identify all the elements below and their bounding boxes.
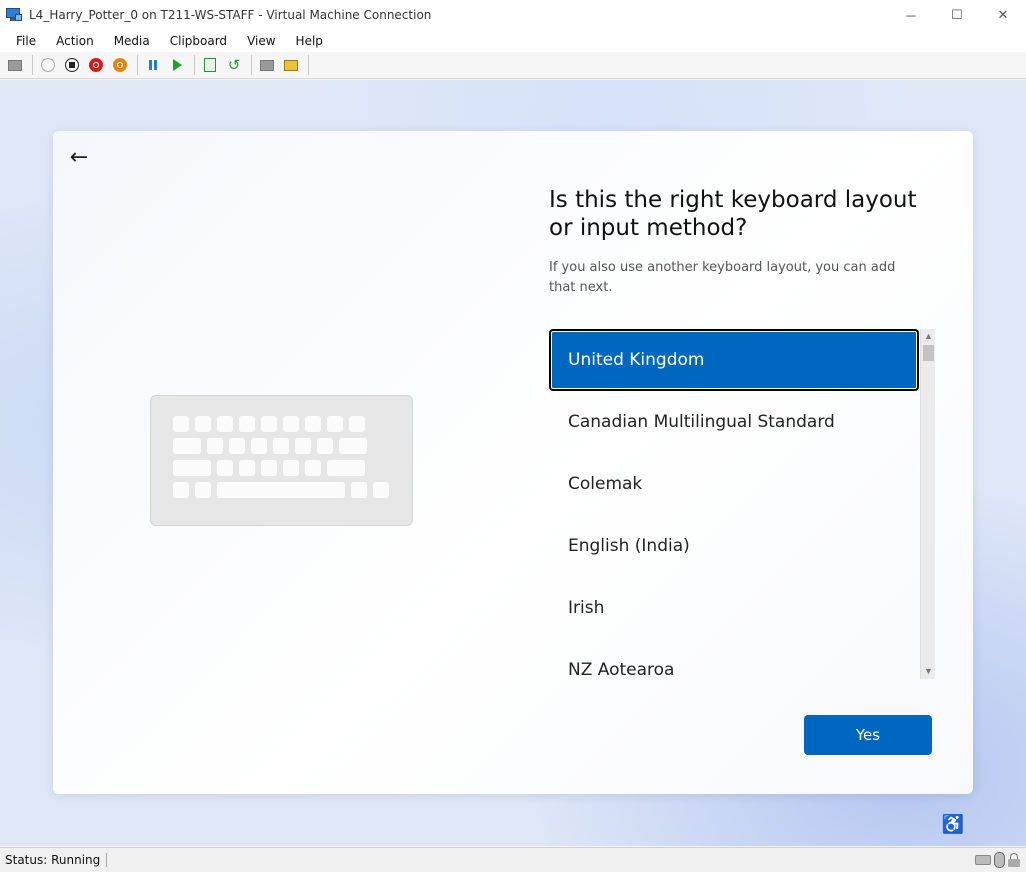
share-icon[interactable] [280, 54, 302, 76]
scroll-thumb[interactable] [923, 345, 934, 361]
resume-icon[interactable] [166, 54, 188, 76]
checkpoint-icon[interactable] [199, 54, 221, 76]
layout-option-canadian-multilingual[interactable]: Canadian Multilingual Standard [549, 391, 919, 453]
layout-option-irish[interactable]: Irish [549, 577, 919, 639]
layout-option-nz-aotearoa[interactable]: NZ Aotearoa [549, 639, 919, 681]
pause-icon[interactable] [142, 54, 164, 76]
yes-button[interactable]: Yes [804, 715, 932, 755]
title-bar: L4_Harry_Potter_0 on T211-WS-STAFF - Vir… [0, 0, 1026, 30]
toolbar-separator [308, 55, 309, 75]
list-scrollbar[interactable]: ▲ ▼ [920, 329, 935, 679]
layout-option-english-india[interactable]: English (India) [549, 515, 919, 577]
vm-screen: ← Is this the right keyboard layout or i… [0, 80, 1026, 846]
menu-action[interactable]: Action [46, 30, 104, 52]
scroll-up-icon[interactable]: ▲ [921, 329, 935, 343]
shutdown-icon[interactable] [85, 54, 107, 76]
keyboard-icon [975, 855, 991, 865]
enhanced-session-icon[interactable] [256, 54, 278, 76]
toolbar-separator [251, 55, 252, 75]
close-button[interactable]: ✕ [980, 0, 1026, 30]
vm-connection-icon [6, 7, 22, 23]
ctrl-alt-del-icon[interactable] [4, 54, 26, 76]
start-icon[interactable] [37, 54, 59, 76]
menu-bar: File Action Media Clipboard View Help [0, 30, 1026, 52]
status-bar: Status: Running [0, 847, 1026, 872]
window-title: L4_Harry_Potter_0 on T211-WS-STAFF - Vir… [29, 8, 432, 22]
layout-option-united-kingdom[interactable]: United Kingdom [549, 329, 919, 391]
accessibility-icon[interactable]: ♿ [940, 812, 966, 836]
maximize-button[interactable]: ☐ [934, 0, 980, 30]
scroll-down-icon[interactable]: ▼ [921, 664, 935, 678]
menu-media[interactable]: Media [104, 30, 160, 52]
page-subtitle: If you also use another keyboard layout,… [549, 260, 896, 295]
minimize-button[interactable]: ─ [888, 0, 934, 30]
keyboard-layout-list[interactable]: United Kingdom Canadian Multilingual Sta… [549, 328, 935, 681]
menu-help[interactable]: Help [286, 30, 333, 52]
window-controls: ─ ☐ ✕ [888, 0, 1026, 30]
toolbar-separator [32, 55, 33, 75]
lock-icon [1008, 853, 1020, 867]
setup-card: ← Is this the right keyboard layout or i… [53, 131, 973, 794]
layout-option-colemak[interactable]: Colemak [549, 453, 919, 515]
back-arrow-icon[interactable]: ← [65, 143, 93, 171]
mouse-icon [994, 852, 1005, 868]
menu-clipboard[interactable]: Clipboard [160, 30, 237, 52]
save-state-icon[interactable] [109, 54, 131, 76]
toolbar-separator [137, 55, 138, 75]
turn-off-icon[interactable] [61, 54, 83, 76]
menu-view[interactable]: View [237, 30, 285, 52]
status-text: Status: Running [0, 853, 108, 867]
toolbar-separator [194, 55, 195, 75]
revert-icon[interactable]: ↺ [223, 54, 245, 76]
keyboard-illustration [150, 395, 413, 526]
status-icons [975, 852, 1020, 868]
menu-file[interactable]: File [6, 30, 46, 52]
page-title: Is this the right keyboard layout or inp… [549, 187, 917, 241]
toolbar: ↺ [0, 52, 1026, 79]
